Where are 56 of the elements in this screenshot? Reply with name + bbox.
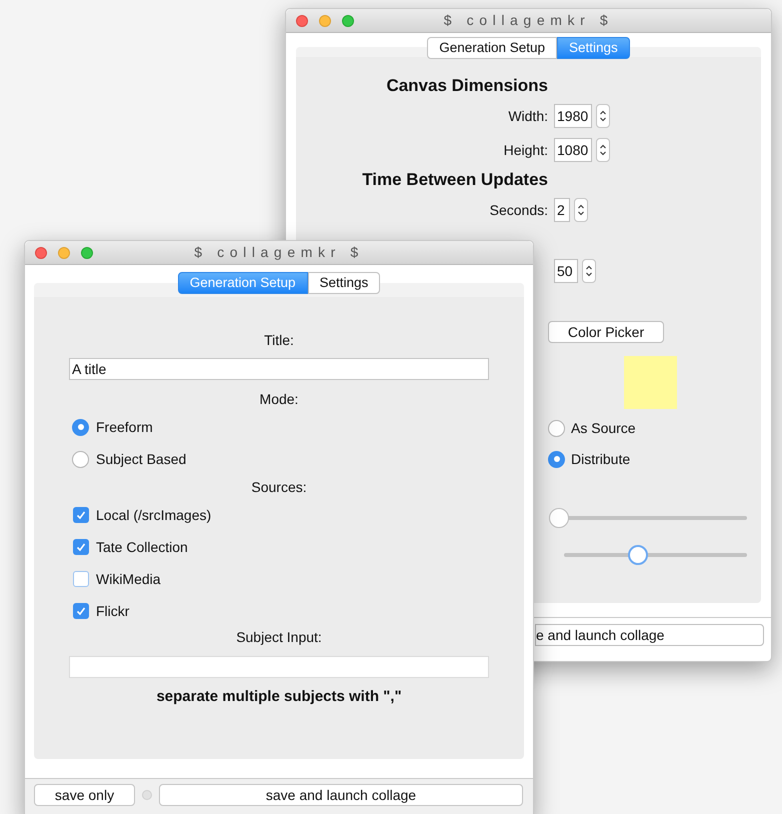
slider-track[interactable] — [549, 508, 747, 528]
tab[interactable]: Generation Setup — [427, 37, 558, 59]
launch-button[interactable]: save and launch collage — [159, 784, 523, 806]
radio-button[interactable] — [72, 418, 89, 436]
section-heading: Canvas Dimensions — [386, 75, 548, 98]
minimize-icon[interactable] — [319, 15, 331, 27]
checkbox[interactable] — [73, 539, 89, 555]
color-picker-button[interactable]: Color Picker — [548, 321, 664, 343]
section-label: Sources: — [251, 478, 307, 496]
radio-button[interactable] — [72, 450, 89, 468]
section-label: Title: — [264, 330, 294, 350]
number-field[interactable]: 50 — [554, 259, 578, 283]
number-field[interactable]: 1080 — [554, 138, 592, 162]
launch-button[interactable]: e and launch collage — [535, 624, 764, 646]
stepper-icon[interactable] — [596, 104, 610, 128]
field-label: Width: — [508, 106, 548, 126]
number-field[interactable]: 2 — [554, 198, 570, 222]
field-label: Seconds: — [490, 200, 548, 220]
checkmark-icon — [76, 542, 86, 552]
minimize-icon[interactable] — [58, 247, 70, 259]
section-heading: Time Between Updates — [362, 169, 548, 192]
zoom-icon[interactable] — [342, 15, 354, 27]
window-title: $ collagemkr $ — [444, 11, 614, 30]
slider-thumb[interactable] — [628, 545, 648, 565]
save-button[interactable]: save only — [34, 784, 135, 806]
radio-button[interactable] — [548, 450, 565, 468]
window-title: $ collagemkr $ — [194, 243, 364, 262]
stepper-icon[interactable] — [582, 259, 596, 283]
checkbox-label: Flickr — [96, 602, 130, 620]
subject-field[interactable] — [69, 656, 489, 678]
tab[interactable]: Settings — [308, 272, 380, 294]
checkbox[interactable] — [73, 507, 89, 523]
radio-label: Subject Based — [96, 450, 186, 469]
slider-thumb[interactable] — [549, 508, 569, 528]
title-field[interactable]: A title — [69, 358, 489, 380]
stepper-icon[interactable] — [596, 138, 610, 162]
checkmark-icon — [76, 510, 86, 520]
close-icon[interactable] — [296, 15, 308, 27]
radio-label: Distribute — [571, 450, 630, 468]
checkbox-label: Local (/srcImages) — [96, 506, 212, 525]
zoom-icon[interactable] — [81, 247, 93, 259]
checkmark-icon — [76, 606, 86, 616]
close-icon[interactable] — [35, 247, 47, 259]
number-field[interactable]: 1980 — [554, 104, 592, 128]
section-label: Subject Input: — [236, 628, 322, 647]
field-label: Height: — [504, 140, 548, 160]
hint-text: separate multiple subjects with "," — [156, 686, 402, 707]
stepper-icon[interactable] — [574, 198, 588, 222]
checkbox[interactable] — [73, 603, 89, 619]
radio-label: Freeform — [96, 418, 153, 436]
checkbox-label: Tate Collection — [96, 538, 188, 556]
radio-button[interactable] — [548, 420, 565, 436]
section-label: Mode: — [260, 390, 298, 408]
radio-label: As Source — [571, 418, 636, 438]
checkbox[interactable] — [73, 571, 89, 587]
checkbox-label: WikiMedia — [96, 570, 161, 588]
